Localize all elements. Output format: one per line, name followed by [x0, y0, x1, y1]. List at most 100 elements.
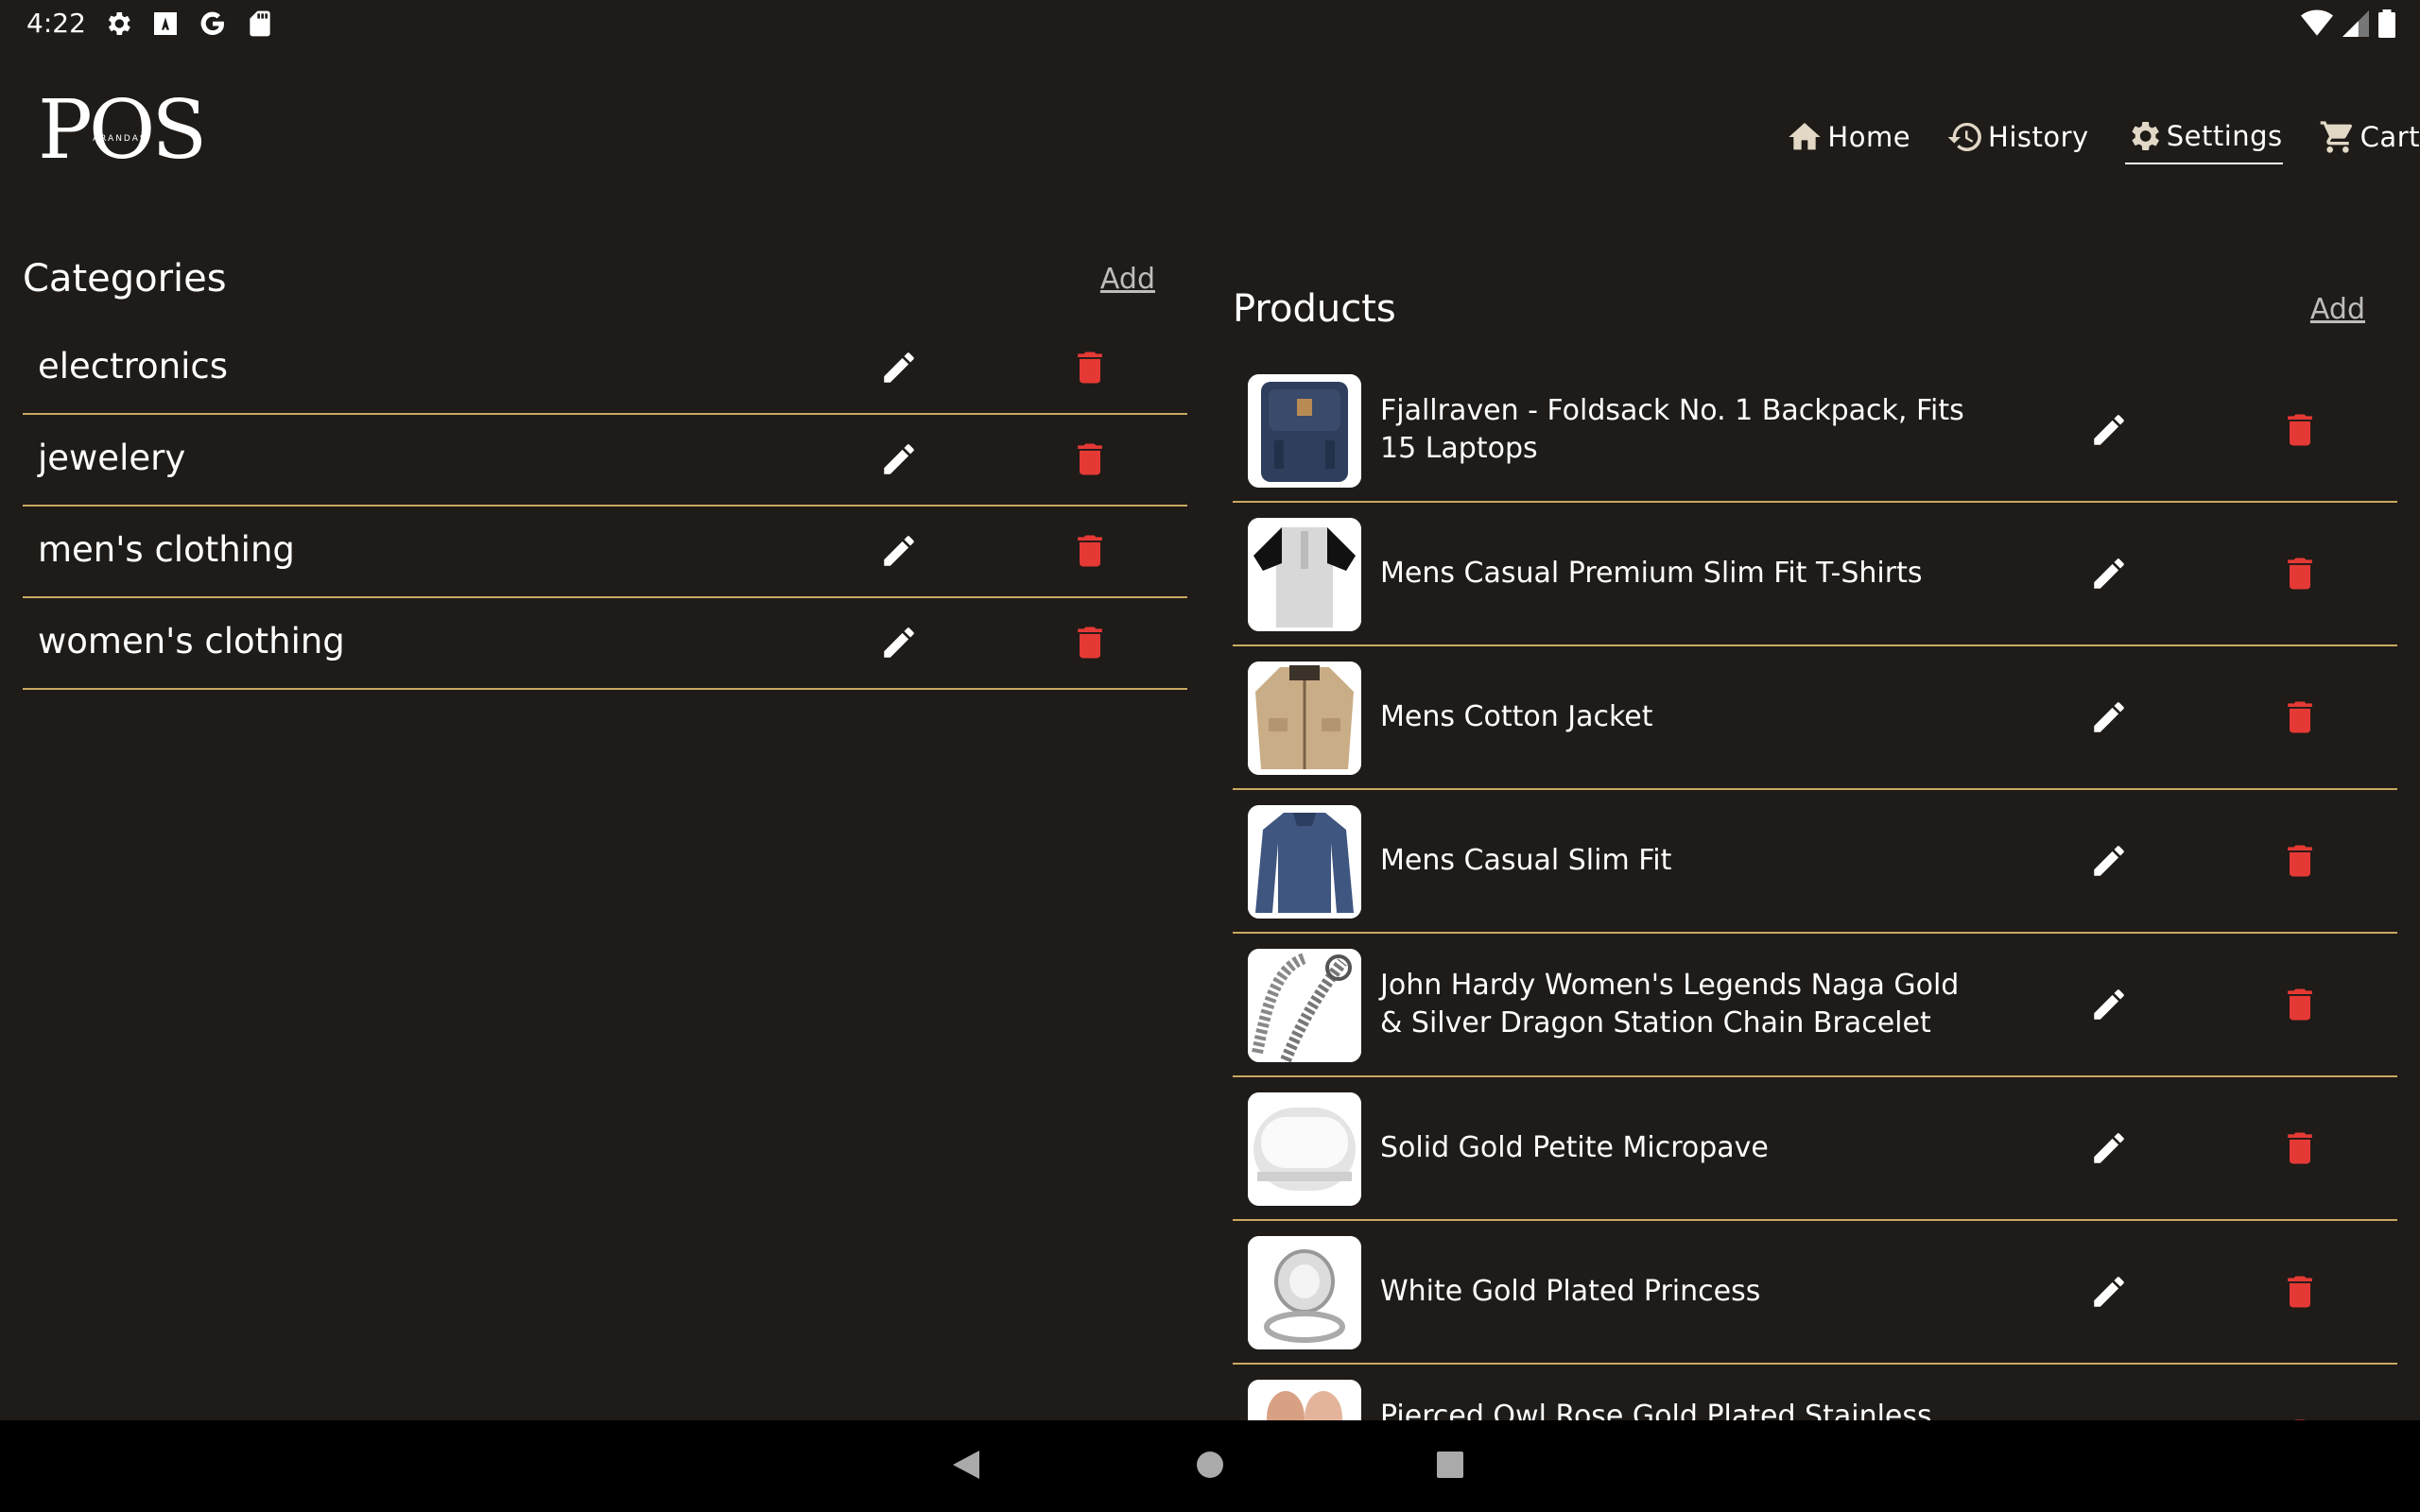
- edit-product-button[interactable]: [2087, 1270, 2131, 1314]
- delete-product-button[interactable]: [2278, 1126, 2322, 1170]
- delete-product-button[interactable]: [2278, 408, 2322, 452]
- settings-status-icon: [108, 11, 130, 35]
- product-name: Mens Casual Slim Fit: [1380, 844, 1672, 877]
- home-circle-icon: [1197, 1452, 1223, 1478]
- status-left: 4:22: [26, 8, 275, 39]
- logo-subtext: ARANDAS: [93, 134, 147, 144]
- add-category-link[interactable]: Add: [1100, 263, 1155, 296]
- category-name: men's clothing: [38, 529, 295, 570]
- delete-product-button[interactable]: [2278, 983, 2322, 1026]
- product-thumbnail: [1248, 1092, 1361, 1206]
- pencil-icon: [884, 536, 914, 566]
- trash-icon: [2288, 558, 2312, 590]
- categories-panel: Categories Add electronics jewelery men'…: [23, 253, 1187, 690]
- product-thumbnail: [1248, 374, 1361, 488]
- delete-product-button[interactable]: [2278, 839, 2322, 883]
- product-name: Mens Casual Premium Slim Fit T-Shirts: [1380, 557, 1923, 590]
- edit-product-button[interactable]: [2087, 408, 2131, 452]
- home-icon: [1789, 123, 1822, 150]
- back-triangle-icon: [953, 1451, 979, 1479]
- system-nav-bar: [0, 1420, 2420, 1512]
- product-row: Mens Casual Slim Fit: [1233, 790, 2397, 934]
- category-row: men's clothing: [23, 507, 1187, 598]
- trash-icon: [1078, 535, 1102, 567]
- pencil-icon: [884, 627, 914, 658]
- pencil-icon: [2094, 846, 2124, 876]
- edit-product-button[interactable]: [2087, 839, 2131, 883]
- recents-square-icon: [1437, 1452, 1463, 1478]
- back-button[interactable]: [951, 1449, 981, 1485]
- products-list[interactable]: Fjallraven - Foldsack No. 1 Backpack, Fi…: [1233, 359, 2397, 1433]
- edit-product-button[interactable]: [2087, 983, 2131, 1026]
- nav-home-label: Home: [1827, 121, 1911, 153]
- nav-history[interactable]: History: [1946, 118, 2089, 163]
- categories-header: Categories Add: [23, 253, 1187, 304]
- edit-category-button[interactable]: [877, 621, 921, 664]
- categories-list: electronics jewelery men's clothing wome…: [23, 323, 1187, 690]
- trash-icon: [2288, 1276, 2312, 1308]
- trash-icon: [1078, 352, 1102, 384]
- edit-product-button[interactable]: [2087, 552, 2131, 595]
- delete-category-button[interactable]: [1068, 346, 1112, 389]
- delete-product-button[interactable]: [2278, 696, 2322, 739]
- edit-product-button[interactable]: [2087, 696, 2131, 739]
- gear-icon: [2132, 122, 2159, 150]
- category-row: electronics: [23, 323, 1187, 415]
- product-row: Mens Casual Premium Slim Fit T-Shirts: [1233, 503, 2397, 646]
- wifi-icon: [2301, 9, 2333, 36]
- product-thumbnail: [1248, 949, 1361, 1062]
- nav-cart-label: Cart: [2360, 121, 2420, 153]
- pencil-icon: [884, 444, 914, 474]
- home-system-button[interactable]: [1195, 1449, 1225, 1485]
- product-row: Solid Gold Petite Micropave: [1233, 1077, 2397, 1221]
- pencil-icon: [2094, 702, 2124, 732]
- pencil-icon: [2094, 415, 2124, 445]
- logo-text: POS: [38, 83, 207, 178]
- battery-icon: [2378, 9, 2395, 38]
- delete-category-button[interactable]: [1068, 621, 1112, 664]
- delete-category-button[interactable]: [1068, 438, 1112, 481]
- signal-icon: [2342, 10, 2369, 37]
- product-thumbnail: [1248, 805, 1361, 919]
- product-row: John Hardy Women's Legends Naga Gold & S…: [1233, 934, 2397, 1077]
- products-panel: Products Add Fjallraven - Foldsack No. 1…: [1233, 284, 2397, 1433]
- trash-icon: [1078, 443, 1102, 475]
- nav-home[interactable]: Home: [1786, 118, 1910, 163]
- trash-icon: [2288, 1132, 2312, 1164]
- category-row: jewelery: [23, 415, 1187, 507]
- status-time: 4:22: [26, 8, 86, 39]
- status-bar: 4:22: [0, 0, 2420, 49]
- edit-category-button[interactable]: [877, 438, 921, 481]
- product-thumbnail: [1248, 1236, 1361, 1349]
- products-header: Products Add: [1233, 284, 2397, 335]
- recents-button[interactable]: [1435, 1449, 1465, 1485]
- pencil-icon: [884, 352, 914, 383]
- nav-cart[interactable]: Cart: [2319, 118, 2420, 163]
- trash-icon: [2288, 845, 2312, 877]
- app-logo: POS ARANDAS: [38, 83, 217, 178]
- delete-category-button[interactable]: [1068, 529, 1112, 573]
- product-thumbnail: [1248, 518, 1361, 631]
- pencil-icon: [2094, 1133, 2124, 1163]
- product-name: Fjallraven - Foldsack No. 1 Backpack, Fi…: [1380, 394, 1964, 465]
- trash-icon: [1078, 627, 1102, 659]
- edit-category-button[interactable]: [877, 529, 921, 573]
- product-name: Mens Cotton Jacket: [1380, 700, 1653, 733]
- trash-icon: [2288, 701, 2312, 733]
- nav-settings-label: Settings: [2166, 120, 2283, 152]
- edit-category-button[interactable]: [877, 346, 921, 389]
- category-row: women's clothing: [23, 598, 1187, 690]
- delete-product-button[interactable]: [2278, 552, 2322, 595]
- nav-history-label: History: [1988, 121, 2089, 153]
- delete-product-button[interactable]: [2278, 1270, 2322, 1314]
- product-row: White Gold Plated Princess: [1233, 1221, 2397, 1365]
- nav-settings[interactable]: Settings: [2124, 117, 2283, 164]
- history-icon: [1947, 122, 1981, 151]
- products-title: Products: [1233, 287, 1396, 331]
- status-right: [2301, 9, 2395, 38]
- pencil-icon: [2094, 989, 2124, 1020]
- product-name: Solid Gold Petite Micropave: [1380, 1131, 1769, 1164]
- categories-title: Categories: [23, 257, 227, 301]
- edit-product-button[interactable]: [2087, 1126, 2131, 1170]
- add-product-link[interactable]: Add: [2310, 293, 2365, 326]
